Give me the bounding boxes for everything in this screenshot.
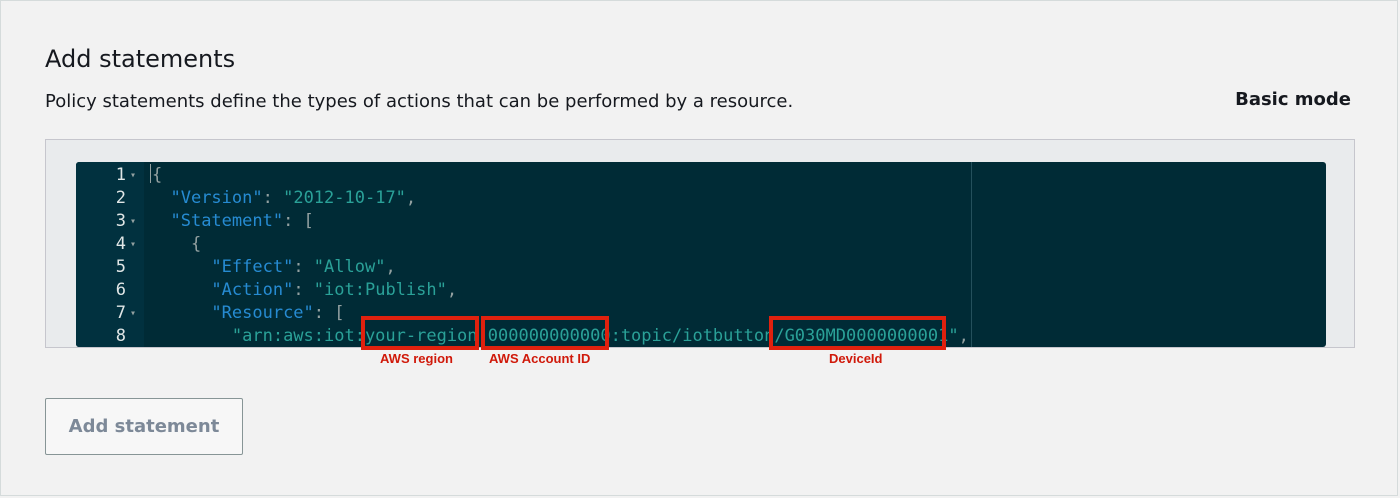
- fold-arrow-icon[interactable]: ▾: [130, 233, 136, 256]
- fold-arrow-icon[interactable]: ▾: [130, 302, 136, 325]
- code-text: {: [150, 234, 202, 254]
- highlight-box-region: [361, 316, 479, 350]
- code-text: "Statement": [: [170, 211, 314, 231]
- highlight-box-device-id: [769, 316, 946, 350]
- line-number: 5: [115, 257, 126, 277]
- section-description: Policy statements define the types of ac…: [45, 91, 794, 112]
- line-number: 1: [115, 165, 126, 185]
- line-number: 8: [115, 326, 126, 346]
- code-line: 8 "arn:aws:iot:your-region:000000000000:…: [76, 325, 1326, 347]
- code-line: 2 "Version": "2012-10-17",: [76, 187, 1326, 210]
- basic-mode-link[interactable]: Basic mode: [1235, 89, 1351, 110]
- policy-editor-frame: 1 ▾{2 "Version": "2012-10-17", 3 ▾ "Stateme…: [45, 139, 1355, 348]
- code-line: 1 ▾ {: [76, 164, 1326, 187]
- text-cursor: [150, 164, 151, 183]
- code-text: {: [150, 164, 163, 185]
- code-text: "Effect": "Allow",: [211, 257, 396, 277]
- code-text: "Action": "iot:Publish",: [211, 280, 458, 300]
- code-line: 4 ▾ {: [76, 233, 1326, 256]
- code-text: "Version": "2012-10-17",: [170, 188, 417, 208]
- code-text: "Resource": [: [211, 303, 345, 323]
- annotation-label-account-id: AWS Account ID: [489, 351, 591, 366]
- line-number: 6: [115, 280, 126, 300]
- code-line: 5 "Effect": "Allow",: [76, 256, 1326, 279]
- fold-arrow-icon[interactable]: ▾: [130, 164, 136, 187]
- fold-arrow-icon[interactable]: ▾: [130, 210, 136, 233]
- line-number: 7: [115, 303, 126, 323]
- line-number: 2: [115, 188, 126, 208]
- highlight-box-account-id: [481, 316, 609, 350]
- add-statement-button[interactable]: Add statement: [45, 398, 243, 455]
- code-line: 7 ▾ "Resource": [: [76, 302, 1326, 325]
- annotation-label-aws-region: AWS region: [380, 351, 453, 366]
- section-title: Add statements: [45, 45, 236, 73]
- json-code-editor[interactable]: 1 ▾{2 "Version": "2012-10-17", 3 ▾ "Stateme…: [76, 162, 1326, 347]
- line-number: 3: [115, 211, 126, 231]
- code-line: 6 "Action": "iot:Publish",: [76, 279, 1326, 302]
- line-number: 4: [115, 234, 126, 254]
- code-line: 3 ▾ "Statement": [: [76, 210, 1326, 233]
- add-statements-panel: Add statements Policy statements define …: [0, 0, 1398, 496]
- annotation-label-device-id: DeviceId: [829, 351, 883, 366]
